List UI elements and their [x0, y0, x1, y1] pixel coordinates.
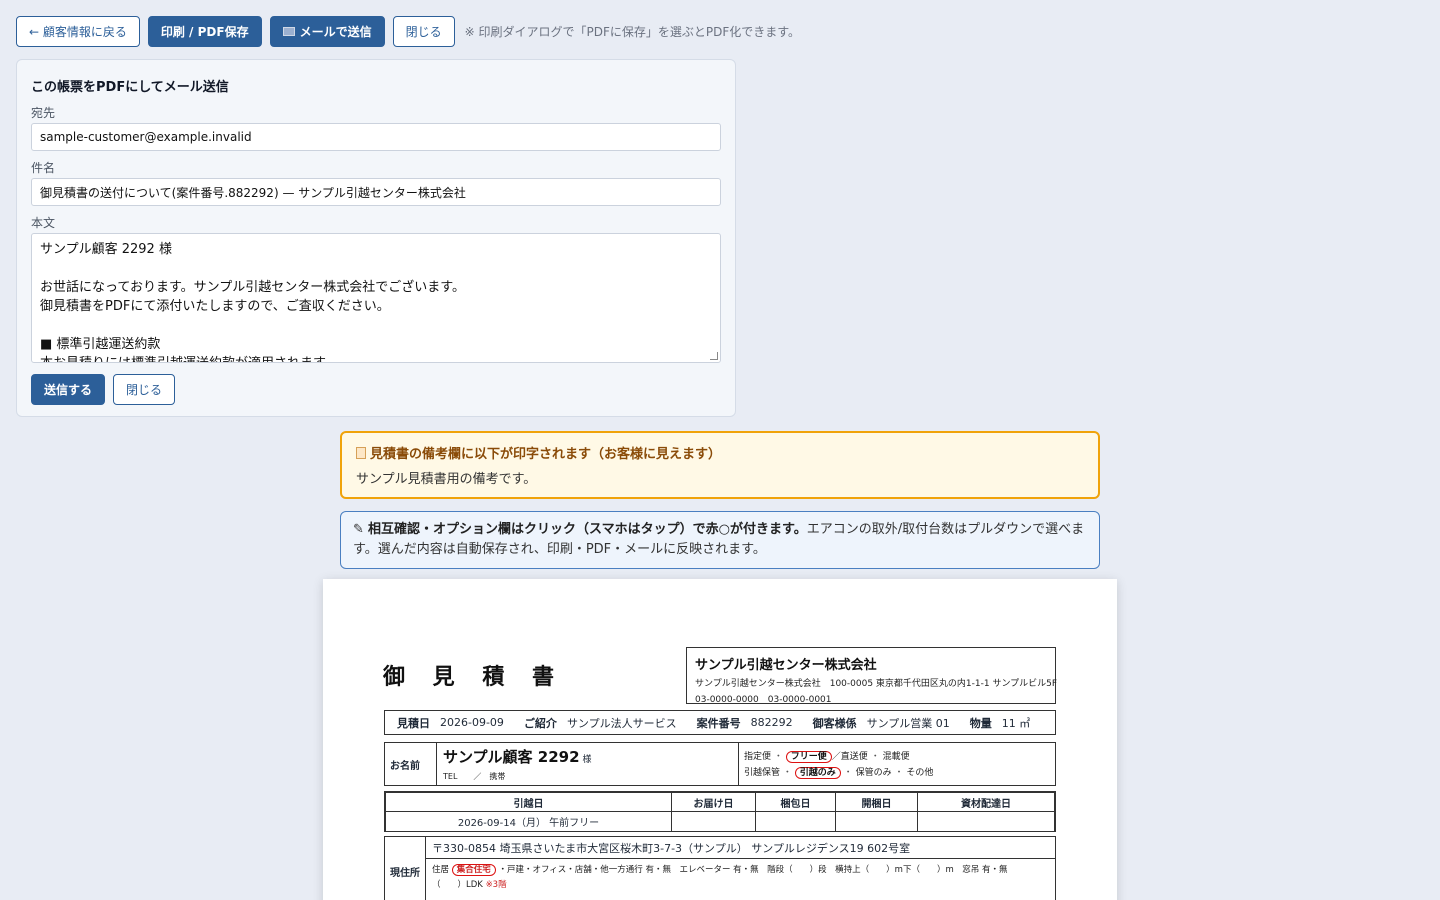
send-button[interactable]: 送信する: [31, 374, 106, 405]
close-button[interactable]: 閉じる: [392, 16, 455, 47]
form-close-button[interactable]: 閉じる: [113, 374, 176, 405]
company-address: サンプル引越センター株式会社 100-0005 東京都千代田区丸の内1-1-1 …: [695, 679, 1058, 689]
case-value: 882292: [750, 716, 793, 729]
current-address: 〒330-0854 埼玉県さいたま市大宮区桜木町3-7-3（サンプル） サンプル…: [426, 837, 1055, 859]
date-value: 2026-09-09: [440, 716, 504, 729]
opt-hokan-only[interactable]: 保管のみ: [856, 768, 892, 778]
hint-bold: 相互確認・オプション欄はクリック（スマホはタップ）で赤○が付きます。: [368, 522, 807, 537]
residence-type-label: 住居: [432, 865, 450, 875]
body-line: ■ 標準引越運送約款: [40, 337, 161, 352]
opt-hokan[interactable]: 引越保管: [744, 768, 780, 778]
body-line: お世話になっております。サンプル引越センター株式会社でございます。: [40, 280, 465, 295]
floor-note: ※3階: [485, 880, 507, 890]
intro-value: サンプル法人サービス: [566, 716, 677, 730]
company-phones: 03-0000-0000 03-0000-0001: [695, 695, 832, 705]
back-to-customer-button[interactable]: ← 顧客情報に戻る: [16, 16, 140, 47]
body-label: 本文: [31, 216, 56, 230]
to-input[interactable]: sample-customer@example.invalid: [31, 123, 721, 151]
customer-label: お名前: [385, 743, 437, 785]
company-box: サンプル引越センター株式会社 サンプル引越センター株式会社 100-0005 東…: [686, 647, 1058, 705]
customer-name: サンプル顧客 2292: [443, 748, 580, 766]
residence-detail-2: （ ）LDK: [432, 880, 483, 890]
print-pdf-button[interactable]: 印刷 / PDF保存: [147, 16, 262, 47]
body-textarea[interactable]: サンプル顧客 2292 様 お世話になっております。サンプル引越センター株式会社…: [31, 233, 721, 363]
body-line: 本お見積りには標準引越運送約款が適用されます。: [40, 354, 712, 362]
send-mail-label: メールで送信: [299, 25, 372, 39]
schedule-cell: [835, 811, 918, 832]
body-line: サンプル顧客 2292 様: [40, 242, 172, 257]
resize-handle[interactable]: [710, 352, 718, 360]
schedule-table: 引越日 お届け日 梱包日 開梱日 資材配達日 2026-09-14（月） 午前フ…: [384, 791, 1056, 832]
estimate-title: 御 見 積 書: [383, 664, 564, 690]
estimate-info-row: 見積日 2026-09-09 ご紹介 サンプル法人サービス 案件番号 88229…: [384, 710, 1056, 735]
body-line: [40, 316, 712, 335]
schedule-cell: 2026-09-14（月） 午前フリー: [385, 811, 672, 832]
remark-title: 見積書の備考欄に以下が印字されます（お客様に見えます）: [370, 447, 722, 462]
current-address-row: 現住所 〒330-0854 埼玉県さいたま市大宮区桜木町3-7-3（サンプル） …: [384, 836, 1056, 900]
send-mail-button[interactable]: メールで送信: [269, 16, 385, 47]
mail-form-title: この帳票をPDFにしてメール送信: [31, 80, 229, 95]
opt-hikkoshi-only-selected[interactable]: 引越のみ: [794, 767, 841, 779]
volume-label: 物量: [969, 716, 992, 730]
mail-form-panel: この帳票をPDFにしてメール送信 宛先 sample-customer@exam…: [16, 59, 736, 417]
schedule-header: 開梱日: [835, 792, 918, 812]
company-name: サンプル引越センター株式会社: [695, 658, 877, 673]
rep-label: 御客様係: [812, 716, 857, 730]
intro-label: ご紹介: [523, 716, 557, 730]
remark-body: サンプル見積書用の備考です。: [356, 472, 537, 487]
opt-shitei[interactable]: 指定便: [744, 752, 771, 762]
opt-chokuso[interactable]: ／直送便: [832, 752, 868, 762]
subject-input[interactable]: 御見積書の送付について(案件番号.882292) — サンプル引越センター株式会…: [31, 178, 721, 206]
case-label: 案件番号: [696, 716, 741, 730]
opt-other[interactable]: その他: [906, 768, 933, 778]
body-line: [40, 259, 712, 278]
option-hint: ✎ 相互確認・オプション欄はクリック（スマホはタップ）で赤○が付きます。エアコン…: [340, 511, 1100, 569]
rep-value: サンプル営業 01: [866, 716, 950, 730]
schedule-header: 梱包日: [755, 792, 836, 812]
residence-details: 住居 集合住宅 ・戸建・オフィス・店舗・他一方通行 有・無 エレベーター 有・無…: [426, 859, 1055, 897]
date-label: 見積日: [397, 716, 430, 730]
schedule-header: 引越日: [385, 792, 672, 812]
schedule-cell: [917, 811, 1055, 832]
schedule-header: 資材配達日: [917, 792, 1055, 812]
delivery-options: 指定便 ・ フリー便 ／直送便 ・ 混載便 引越保管 ・ 引越のみ ・ 保管のみ …: [744, 751, 934, 779]
current-address-label: 現住所: [385, 837, 426, 900]
customer-tel: TEL ／ 携帯: [443, 772, 506, 781]
envelope-icon: [282, 27, 295, 36]
memo-icon: [356, 446, 366, 459]
remark-notice: 見積書の備考欄に以下が印字されます（お客様に見えます） サンプル見積書用の備考で…: [340, 431, 1100, 499]
volume-value: 11 ㎥: [1001, 716, 1031, 730]
schedule-cell: [671, 811, 756, 832]
residence-type-selected[interactable]: 集合住宅: [451, 864, 496, 876]
pdf-note: ※ 印刷ダイアログで「PDFに保存」を選ぶとPDF化できます。: [464, 25, 801, 39]
customer-sama: 様: [582, 755, 592, 765]
residence-detail-1[interactable]: ・戸建・オフィス・店舗・他一方通行 有・無 エレベーター 有・無 階段（ ）段 …: [498, 865, 1007, 875]
toolbar: ← 顧客情報に戻る 印刷 / PDF保存 メールで送信 閉じる ※ 印刷ダイアロ…: [16, 16, 800, 47]
body-line: 御見積書をPDFにて添付いたしますので、ご査収ください。: [40, 299, 390, 314]
schedule-cell: [755, 811, 836, 832]
estimate-document: 御 見 積 書 サンプル引越センター株式会社 サンプル引越センター株式会社 10…: [323, 579, 1117, 900]
pencil-icon: ✎: [353, 522, 364, 537]
opt-konsai[interactable]: 混載便: [883, 752, 910, 762]
customer-row: お名前 サンプル顧客 2292 様 TEL ／ 携帯 指定便 ・ フリー便 ／直送便…: [384, 742, 1056, 786]
schedule-header: お届け日: [671, 792, 756, 812]
subject-label: 件名: [31, 161, 56, 175]
opt-free-selected[interactable]: フリー便: [785, 751, 832, 763]
to-label: 宛先: [31, 106, 56, 120]
